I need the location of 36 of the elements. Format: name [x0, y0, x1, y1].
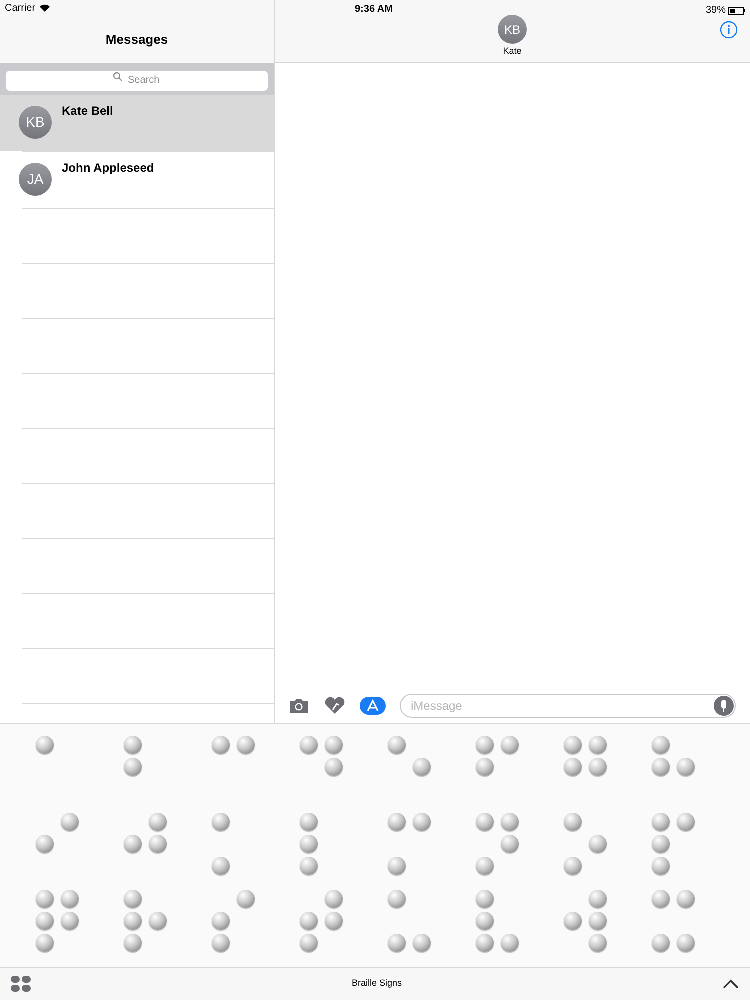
braille-sticker[interactable]: [36, 890, 79, 952]
camera-icon[interactable]: [288, 698, 310, 714]
braille-sticker[interactable]: [124, 890, 167, 952]
contact-avatar: KB: [19, 106, 52, 139]
battery-icon: [728, 6, 746, 14]
braille-sticker[interactable]: [652, 890, 695, 952]
braille-sticker[interactable]: [388, 890, 431, 952]
message-field[interactable]: iMessage: [400, 694, 736, 718]
wifi-icon: [40, 4, 50, 12]
braille-sticker[interactable]: [300, 890, 343, 952]
braille-sticker[interactable]: [564, 813, 607, 875]
contact-avatar: JA: [19, 163, 52, 196]
braille-sticker[interactable]: [476, 890, 519, 952]
chevron-up-icon[interactable]: [723, 979, 739, 989]
time-label: 9:36 AM: [355, 3, 393, 17]
heart-icon[interactable]: [324, 697, 346, 715]
info-icon[interactable]: [720, 21, 738, 39]
search-field[interactable]: Search: [6, 70, 268, 90]
app-store-icon[interactable]: [360, 697, 386, 715]
braille-sticker[interactable]: [652, 813, 695, 875]
microphone-icon[interactable]: [714, 696, 734, 716]
contact-name: John Appleseed: [62, 160, 154, 177]
contact-avatar[interactable]: KB: [498, 15, 527, 44]
contact-name: Kate Bell: [62, 103, 114, 120]
conversation-row[interactable]: KB Kate Bell: [0, 95, 274, 151]
sidebar-title: Messages: [104, 31, 170, 49]
contact-name: Kate: [503, 45, 522, 58]
carrier-label: Carrier: [5, 2, 36, 16]
battery-label: 39%: [706, 4, 726, 18]
app-drawer-icon[interactable]: [11, 976, 31, 992]
braille-sticker[interactable]: [212, 890, 255, 952]
search-icon: [113, 72, 123, 82]
braille-sticker[interactable]: [564, 890, 607, 952]
braille-sticker[interactable]: [476, 813, 519, 875]
braille-sticker[interactable]: [388, 813, 431, 875]
drawer-title: Braille Signs: [352, 977, 402, 990]
